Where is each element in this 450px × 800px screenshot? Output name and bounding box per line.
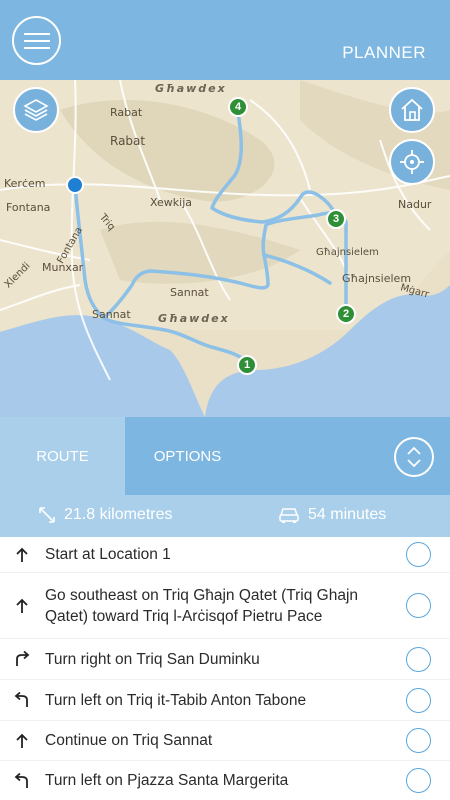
route-marker[interactable]: 3 bbox=[326, 209, 346, 229]
step-text: Continue on Triq Sannat bbox=[45, 732, 213, 749]
duration-value: 54 minutes bbox=[308, 506, 387, 523]
expand-collapse-button[interactable] bbox=[394, 437, 434, 477]
arrow-up-icon bbox=[14, 732, 30, 750]
layers-button[interactable] bbox=[13, 87, 59, 133]
home-icon bbox=[401, 98, 423, 121]
route-marker[interactable]: 1 bbox=[237, 355, 257, 375]
list-item[interactable]: Turn left on Triq it-Tabib Anton Tabone bbox=[0, 680, 450, 721]
duration-summary: 54 minutes bbox=[278, 506, 386, 524]
map-label-rabat-road: Rabat bbox=[110, 106, 143, 119]
tab-options[interactable]: OPTIONS bbox=[125, 417, 250, 495]
map-label-kercem: Kerċem bbox=[4, 177, 46, 190]
route-marker[interactable]: 2 bbox=[336, 304, 356, 324]
step-checkbox[interactable] bbox=[406, 687, 431, 713]
layers-icon bbox=[23, 99, 49, 121]
home-button[interactable] bbox=[389, 87, 435, 133]
route-map[interactable]: Għawdex Rabat Rabat Kerċem Fontana Xewki… bbox=[0, 80, 450, 417]
step-checkbox[interactable] bbox=[406, 542, 431, 567]
step-text: Turn left on Triq it-Tabib Anton Tabone bbox=[45, 691, 307, 709]
route-summary: 21.8 kilometres 54 minutes bbox=[0, 495, 450, 537]
turn-left-icon bbox=[14, 772, 30, 790]
list-item[interactable]: Continue on Triq Sannat bbox=[0, 721, 450, 761]
map-label-nadur: Nadur bbox=[398, 198, 432, 211]
map-label-ghawdex: Għawdex bbox=[155, 82, 227, 95]
step-checkbox[interactable] bbox=[406, 646, 431, 672]
step-text: Go southeast on Triq Għajn Qatet (Triq G… bbox=[45, 586, 359, 625]
tab-route[interactable]: ROUTE bbox=[0, 417, 125, 495]
directions-list: Start at Location 1 Go southeast on Triq… bbox=[0, 537, 450, 800]
crosshair-icon bbox=[400, 150, 424, 174]
list-item[interactable]: Start at Location 1 bbox=[0, 537, 450, 573]
arrow-up-icon bbox=[14, 546, 30, 564]
map-label-ghajnsielem-road: Għajnsielem bbox=[316, 247, 379, 258]
list-item[interactable]: Turn left on Pjazza Santa Margerita bbox=[0, 761, 450, 800]
map-label-xewkija: Xewkija bbox=[150, 196, 193, 209]
step-checkbox[interactable] bbox=[406, 768, 431, 793]
step-checkbox[interactable] bbox=[406, 593, 431, 618]
map-label-ghawdex-south: Għawdex bbox=[158, 312, 230, 325]
locate-button[interactable] bbox=[389, 139, 435, 185]
list-item[interactable]: Turn right on Triq San Duminku bbox=[0, 639, 450, 680]
distance-summary: 21.8 kilometres bbox=[38, 506, 173, 524]
tab-bar: ROUTE OPTIONS bbox=[0, 417, 450, 495]
map-label-rabat: Rabat bbox=[110, 134, 146, 148]
top-bar: PLANNER bbox=[0, 0, 450, 80]
expand-arrows-icon bbox=[39, 507, 55, 523]
hamburger-icon bbox=[23, 32, 50, 49]
step-checkbox[interactable] bbox=[406, 728, 431, 753]
step-text: Start at Location 1 bbox=[45, 546, 171, 563]
map-label-fontana: Fontana bbox=[6, 201, 51, 214]
route-marker[interactable]: 4 bbox=[228, 97, 248, 117]
map-label-sannat: Sannat bbox=[92, 308, 131, 321]
map-label-sannat-road: Sannat bbox=[170, 286, 209, 299]
step-text: Turn right on Triq San Duminku bbox=[45, 650, 260, 668]
menu-button[interactable] bbox=[12, 16, 61, 65]
arrow-up-icon bbox=[14, 597, 30, 615]
current-location-dot bbox=[66, 176, 84, 194]
step-text: Turn left on Pjazza Santa Margerita bbox=[45, 772, 289, 789]
page-title: PLANNER bbox=[342, 43, 426, 62]
list-item[interactable]: Go southeast on Triq Għajn Qatet (Triq G… bbox=[0, 573, 450, 639]
turn-left-icon bbox=[14, 691, 30, 709]
chevron-up-down-icon bbox=[407, 446, 421, 468]
turn-right-icon bbox=[14, 650, 30, 668]
car-icon bbox=[279, 508, 299, 523]
distance-value: 21.8 kilometres bbox=[64, 506, 173, 523]
